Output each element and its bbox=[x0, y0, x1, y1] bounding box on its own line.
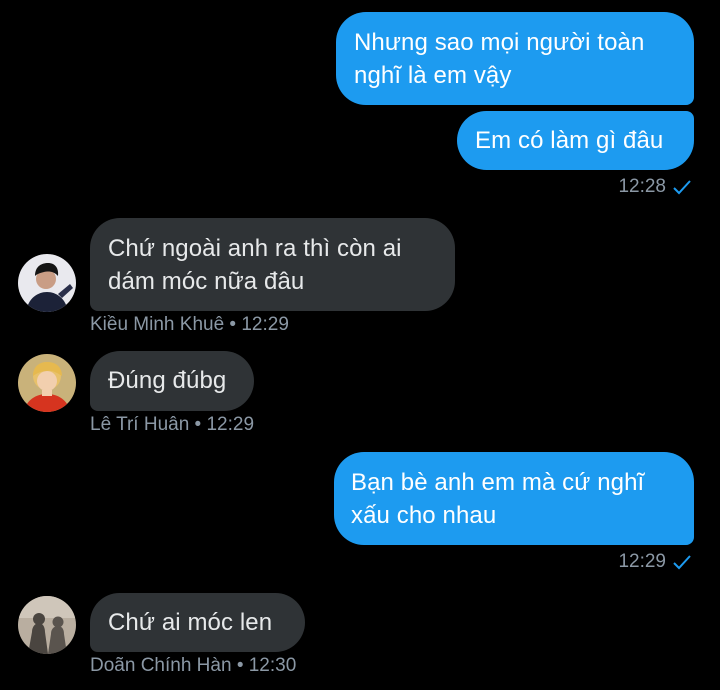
sender-and-time: Lê Trí Huân • 12:29 bbox=[90, 414, 255, 435]
avatar-doan-chinh-han[interactable] bbox=[18, 596, 76, 654]
incoming-message-bubble[interactable]: Chứ ai móc len bbox=[90, 593, 305, 652]
timestamp-text: 12:29 bbox=[618, 551, 666, 572]
incoming-message-bubble[interactable]: Đúng đúbg bbox=[90, 351, 254, 411]
avatar-le-tri-huan[interactable] bbox=[18, 354, 76, 412]
message-timestamp: 12:29 bbox=[618, 551, 692, 573]
incoming-message-bubble[interactable]: Chứ ngoài anh ra thì còn ai dám móc nữa … bbox=[90, 218, 455, 311]
sender-and-time: Kiều Minh Khuê • 12:29 bbox=[90, 314, 289, 335]
check-icon bbox=[672, 554, 692, 570]
timestamp-text: 12:28 bbox=[618, 176, 666, 197]
sender-and-time: Doãn Chính Hàn • 12:30 bbox=[90, 655, 297, 676]
check-icon bbox=[672, 179, 692, 195]
outgoing-message-bubble[interactable]: Bạn bè anh em mà cứ nghĩ xấu cho nhau bbox=[334, 452, 694, 545]
message-timestamp: 12:28 bbox=[618, 176, 692, 198]
outgoing-message-bubble[interactable]: Em có làm gì đâu bbox=[457, 111, 694, 170]
outgoing-message-bubble[interactable]: Nhưng sao mọi người toàn nghĩ là em vậy bbox=[336, 12, 694, 105]
avatar-kieu-minh-khue[interactable] bbox=[18, 254, 76, 312]
